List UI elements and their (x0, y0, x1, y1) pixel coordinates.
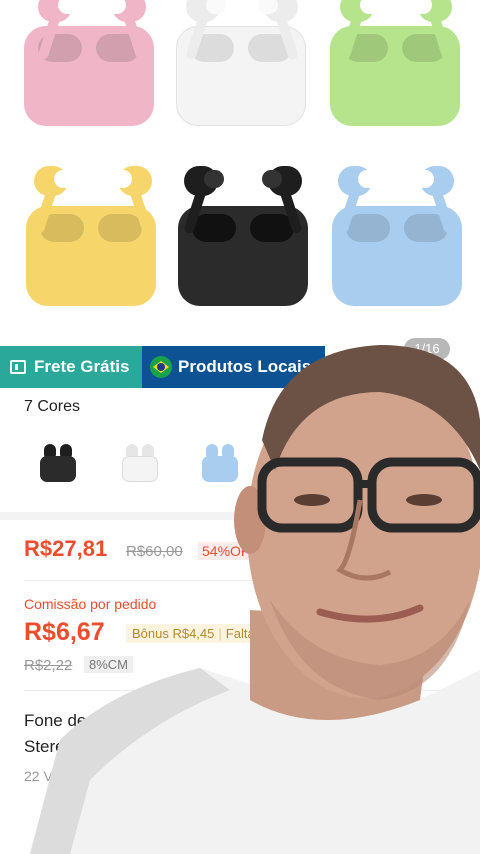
color-variants-title: 7 Cores (24, 398, 81, 415)
section-divider (0, 512, 480, 520)
sold-count: 22 Vendidos (24, 768, 102, 784)
presenter-shirt (30, 668, 480, 854)
presenter-eye-left (294, 494, 330, 506)
free-shipping-label: Frete Grátis (34, 357, 130, 376)
local-products-badge: Produtos Locais (142, 346, 325, 388)
commission-value: R$6,67 (24, 618, 105, 646)
local-products-label: Produtos Locais (178, 357, 312, 376)
ticket-icon (10, 360, 26, 374)
gallery-page-counter: 1/16 (404, 338, 450, 360)
brazil-flag-icon (150, 356, 172, 378)
bonus-label: Bônus R$4,45 (132, 626, 215, 641)
variant-thumb-white[interactable] (120, 440, 160, 486)
current-price: R$27,81 (24, 536, 108, 561)
variant-thumb-blue[interactable] (200, 440, 240, 486)
presenter-eye-right (406, 494, 442, 506)
free-shipping-badge: Frete Grátis (0, 346, 142, 388)
presenter-shirt-shadow (30, 668, 230, 854)
presenter-head (247, 362, 480, 698)
product-image-gallery[interactable] (0, 0, 480, 345)
divider (24, 690, 480, 691)
presenter-stubble (270, 600, 470, 700)
presenter-mouth (316, 604, 424, 623)
product-title: Fone de Ouvido Bluetooth Stereo Fone (24, 711, 222, 756)
divider (24, 580, 480, 581)
commission-old-value: R$2,22 (24, 657, 73, 674)
variant-thumb-black[interactable] (38, 440, 78, 486)
commission-label: Comissão por pedido (24, 596, 157, 612)
bonus-extra-label: Falta (225, 626, 255, 641)
commission-rate-badge: 8%CM (84, 656, 134, 673)
original-price: R$60,00 (126, 543, 183, 560)
discount-badge: 54%OFF (198, 542, 263, 560)
presenter-neck (250, 610, 430, 720)
bonus-badge: Bônus R$4,45 | Falta (126, 624, 261, 643)
